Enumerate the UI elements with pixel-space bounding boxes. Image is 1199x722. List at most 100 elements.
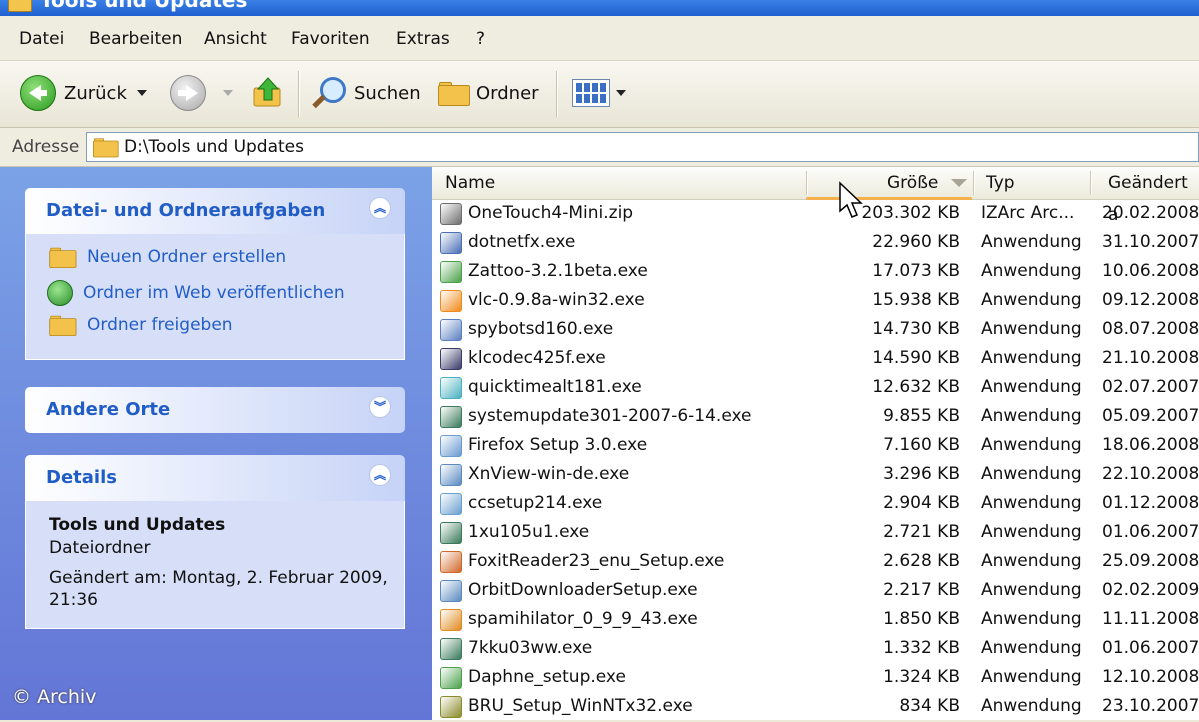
collapse-icon[interactable]: ︽ [369,197,391,219]
forward-dropdown[interactable] [223,73,233,113]
forward-button[interactable] [170,73,206,113]
task-new-folder[interactable]: Neuen Ordner erstellen [47,246,286,269]
file-type: IZArc Arc... [981,203,1075,223]
details-kind: Dateiordner [49,538,151,558]
spybot-icon [440,319,462,341]
file-type: Anwendung [981,464,1081,484]
file-row[interactable]: FoxitReader23_enu_Setup.exe 2.628 KB Anwen… [432,548,1199,577]
file-type: Anwendung [981,232,1081,252]
installer-icon [440,406,462,428]
file-modified-date: 02.07.2007 [1102,377,1199,397]
back-button[interactable]: Zurück [20,73,127,113]
file-type: Anwendung [981,580,1081,600]
file-row[interactable]: spamihilator_0_9_9_43.exe 1.850 KB Anwendu… [432,606,1199,635]
file-row[interactable]: Firefox Setup 3.0.exe 7.160 KB Anwendung 18… [432,432,1199,461]
file-type: Anwendung [981,696,1081,716]
vlc-cone-icon [440,290,462,312]
file-row[interactable]: klcodec425f.exe 14.590 KB Anwendung 21.10.2… [432,345,1199,374]
up-button[interactable] [252,73,284,113]
file-modified-date: 21.10.2008 [1102,348,1199,368]
setup-icon [440,667,462,689]
file-name: Daphne_setup.exe [468,667,626,687]
file-row[interactable]: 7kku03ww.exe 1.332 KB Anwendung 01.06.2007 [432,635,1199,664]
forward-arrow-icon [170,75,206,111]
file-row[interactable]: 1xu105u1.exe 2.721 KB Anwendung 01.06.2007 [432,519,1199,548]
menu-bearbeiten[interactable]: Bearbeiten [89,29,182,49]
file-tasks-header[interactable]: Datei- und Ordneraufgaben ︽ [25,188,405,234]
menu-datei[interactable]: Datei [19,29,64,49]
title-bar: Tools und Updates [0,0,1199,16]
file-modified-date: 01.12.2008 [1102,493,1199,513]
mouse-cursor-icon [839,181,863,218]
file-modified-date: 01.06.2007 [1102,522,1199,542]
task-share-folder-label: Ordner freigeben [87,315,233,335]
views-button[interactable] [572,73,626,113]
file-row[interactable]: BRU_Setup_WinNTx32.exe 834 KB Anwendung 23.… [432,693,1199,722]
file-size: 14.590 KB [872,348,960,368]
column-header-modified[interactable]: Geändert a [1108,167,1199,225]
file-name: dotnetfx.exe [468,232,576,252]
file-name: 7kku03ww.exe [468,638,593,658]
file-row[interactable]: dotnetfx.exe 22.960 KB Anwendung 31.10.2007 [432,229,1199,258]
search-label: Suchen [354,82,421,104]
installer-icon [440,522,462,544]
column-header-name[interactable]: Name [445,167,805,199]
search-button[interactable]: Suchen [310,73,421,113]
details-panel: Details ︽ Tools und Updates Dateiordner … [25,455,405,629]
file-size: 12.632 KB [872,377,960,397]
back-dropdown[interactable] [137,73,147,113]
column-header-size[interactable]: Größe [887,167,938,199]
spamihilator-icon [440,609,462,631]
menu-favoriten[interactable]: Favoriten [291,29,370,49]
address-label: Adresse [12,137,80,157]
file-size: 22.960 KB [872,232,960,252]
shared-folder-icon [49,315,77,337]
menu-extras[interactable]: Extras [396,29,450,49]
file-row[interactable]: Zattoo-3.2.1beta.exe 17.073 KB Anwendung 10… [432,258,1199,287]
file-size: 2.628 KB [883,551,960,571]
column-header-type[interactable]: Typ [986,167,1015,199]
file-modified-date: 02.02.2009 [1102,580,1199,600]
task-share-folder[interactable]: Ordner freigeben [47,314,233,337]
file-row[interactable]: vlc-0.9.8a-win32.exe 15.938 KB Anwendung 09… [432,287,1199,316]
file-size: 834 KB [899,696,960,716]
expand-icon[interactable]: ︾ [369,396,391,418]
folders-button[interactable]: Ordner [438,73,539,113]
collapse-icon[interactable]: ︽ [369,464,391,486]
installer-icon [440,232,462,254]
menu-ansicht[interactable]: Ansicht [204,29,267,49]
other-places-title: Andere Orte [46,399,171,420]
new-folder-icon [49,247,77,269]
task-publish-web-label: Ordner im Web veröffentlichen [83,283,345,303]
file-row[interactable]: quicktimealt181.exe 12.632 KB Anwendung 02.… [432,374,1199,403]
details-name: Tools und Updates [49,515,226,535]
address-field[interactable]: D:\Tools und Updates [86,132,1199,162]
file-type: Anwendung [981,319,1081,339]
details-title: Details [46,467,117,488]
task-publish-web[interactable]: Ordner im Web veröffentlichen [47,280,345,306]
file-type: Anwendung [981,609,1081,629]
file-row[interactable]: Daphne_setup.exe 1.324 KB Anwendung 12.10.2… [432,664,1199,693]
file-name: Zattoo-3.2.1beta.exe [468,261,648,281]
file-type: Anwendung [981,435,1081,455]
file-type: Anwendung [981,638,1081,658]
other-places-header[interactable]: Andere Orte ︾ [25,387,405,433]
file-modified-date: 31.10.2007 [1102,232,1199,252]
details-modified-time: 21:36 [49,590,98,610]
file-row[interactable]: XnView-win-de.exe 3.296 KB Anwendung 22.10.… [432,461,1199,490]
file-row[interactable]: ccsetup214.exe 2.904 KB Anwendung 01.12.200… [432,490,1199,519]
file-row[interactable]: OneTouch4-Mini.zip 203.302 KB IZArc Arc...… [432,200,1199,229]
details-modified: Geändert am: Montag, 2. Februar 2009, [49,568,388,588]
other-places-panel: Andere Orte ︾ [25,387,405,433]
file-tasks-panel: Datei- und Ordneraufgaben ︽ Neuen Ordner… [25,188,405,360]
column-header-row: Name Größe Typ Geändert a [432,167,1199,225]
file-type: Anwendung [981,290,1081,310]
folder-icon [93,138,119,158]
menu-help[interactable]: ? [476,29,485,49]
details-header[interactable]: Details ︽ [25,455,405,501]
globe-icon [47,280,73,306]
file-row[interactable]: OrbitDownloaderSetup.exe 2.217 KB Anwendun… [432,577,1199,606]
file-row[interactable]: spybotsd160.exe 14.730 KB Anwendung 08.07.2… [432,316,1199,345]
file-modified-date: 18.06.2008 [1102,435,1199,455]
file-row[interactable]: systemupdate301-2007-6-14.exe 9.855 KB Anw… [432,403,1199,432]
